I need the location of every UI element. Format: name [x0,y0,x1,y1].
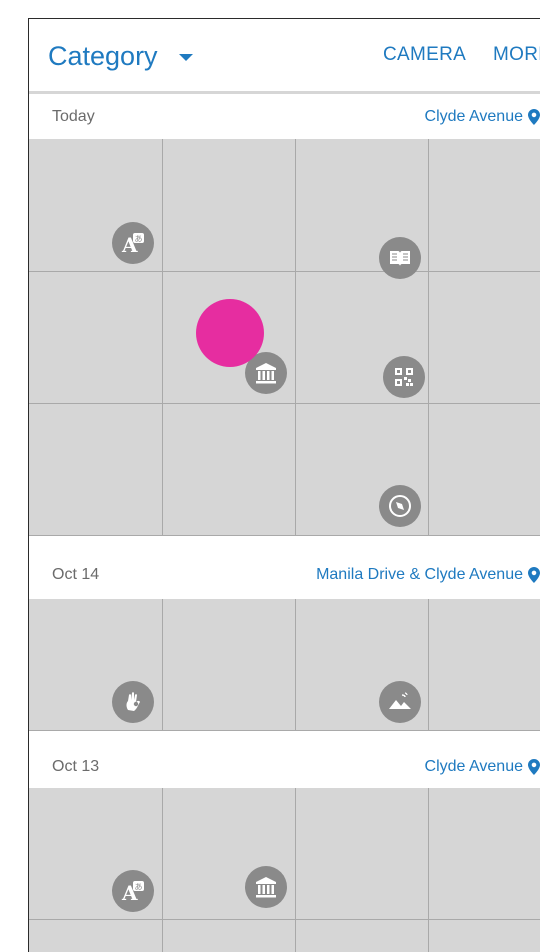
location-pin-icon [528,567,540,583]
translate-icon: Aあ [112,870,154,912]
section-header-today: Today Clyde Avenue [29,95,540,139]
photo-tile[interactable] [29,272,163,404]
svg-text:あ: あ [135,883,143,892]
touch-indicator [196,299,264,367]
photo-grid-oct13: Aあ [29,788,540,952]
app-bar: Category CAMERA MORE [29,19,540,91]
book-icon [379,237,421,279]
section-date: Today [52,108,95,125]
photo-tile[interactable] [296,788,429,920]
section-date: Oct 13 [52,758,100,775]
photo-tile[interactable] [429,788,540,920]
photo-tile[interactable] [296,920,429,952]
app-frame: Category CAMERA MORE Today Clyde Avenue [28,18,540,952]
section-location-link[interactable]: Clyde Avenue [425,108,540,126]
qr-code-icon [383,356,425,398]
section-header-oct13: Oct 13 Clyde Avenue [29,745,540,789]
section-date: Oct 14 [52,566,100,583]
section-location-label: Clyde Avenue [424,758,523,775]
more-button[interactable]: MORE [493,44,540,66]
photo-tile[interactable] [429,599,540,731]
photo-tile[interactable] [429,272,540,404]
photo-tile[interactable] [163,139,296,272]
landscape-icon [379,681,421,723]
photo-tile[interactable] [163,599,296,731]
chevron-down-icon[interactable] [179,54,193,61]
photo-tile[interactable] [429,404,540,536]
location-pin-icon [528,759,540,775]
photo-grid-oct14 [29,599,540,731]
photo-tile[interactable] [429,139,540,272]
translate-icon: Aあ [112,222,154,264]
photo-tile[interactable] [29,404,163,536]
section-location-label: Manila Drive & Clyde Avenue [316,566,523,583]
svg-text:あ: あ [135,235,143,244]
location-pin-icon [528,109,540,125]
photo-tile[interactable] [429,920,540,952]
section-header-oct14: Oct 14 Manila Drive & Clyde Avenue [29,553,540,597]
divider [29,91,540,94]
museum-icon [245,866,287,908]
photo-tile[interactable] [163,404,296,536]
camera-button[interactable]: CAMERA [383,44,466,66]
photo-tile[interactable] [163,920,296,952]
section-location-link[interactable]: Clyde Avenue [425,758,540,776]
photo-tile[interactable] [29,920,163,952]
category-dropdown[interactable]: Category [48,41,158,72]
photo-grid-today: Aあ [29,139,540,536]
compass-icon [379,485,421,527]
section-location-link[interactable]: Manila Drive & Clyde Avenue [316,566,540,584]
hand-gesture-icon [112,681,154,723]
section-location-label: Clyde Avenue [424,108,523,125]
